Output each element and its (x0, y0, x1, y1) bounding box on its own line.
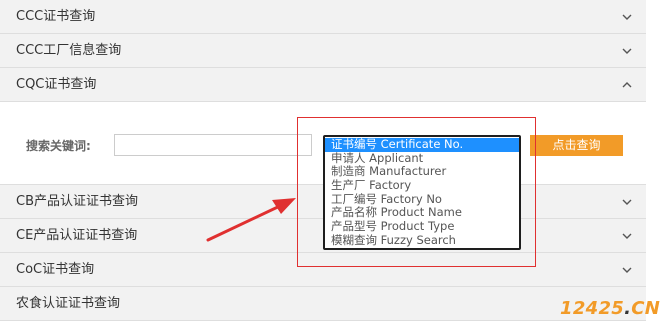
accordion-header-label: CCC证书查询 (16, 9, 96, 24)
search-type-option-factory-no[interactable]: 工厂编号 Factory No (325, 192, 519, 207)
search-keyword-input[interactable] (114, 134, 312, 156)
search-type-option-fuzzy-search[interactable]: 模糊查询 Fuzzy Search (325, 233, 519, 248)
accordion-header-label: CE产品认证证书查询 (16, 228, 138, 243)
site-watermark: 12425.CN (560, 298, 660, 319)
accordion-header-label: 农食认证证书查询 (16, 296, 121, 311)
search-type-option-certificate-no[interactable]: 证书编号 Certificate No. (325, 137, 519, 152)
chevron-down-icon (622, 233, 632, 239)
search-type-option-product-name[interactable]: 产品名称 Product Name (325, 206, 519, 220)
search-type-option-factory[interactable]: 生产厂 Factory (325, 178, 519, 193)
search-type-option-product-type[interactable]: 产品型号 Product Type (325, 219, 519, 234)
chevron-down-icon (622, 267, 632, 273)
page-right-margin (646, 0, 671, 334)
chevron-down-icon (622, 48, 632, 54)
chevron-down-icon (622, 199, 632, 205)
accordion-header-label: CB产品认证证书查询 (16, 194, 138, 209)
chevron-down-icon (622, 14, 632, 20)
chevron-up-icon (622, 82, 632, 88)
watermark-number: 12425 (560, 298, 625, 319)
search-keyword-label: 搜索关键词: (26, 139, 91, 153)
search-type-option-applicant[interactable]: 申请人 Applicant (325, 151, 519, 166)
search-type-listbox[interactable]: 证书编号 Certificate No. 申请人 Applicant 制造商 M… (323, 135, 521, 250)
accordion-header-coc-certificate[interactable]: CoC证书查询 (0, 253, 646, 287)
accordion-header-ccc-factory[interactable]: CCC工厂信息查询 (0, 34, 646, 68)
accordion-header-label: CQC证书查询 (16, 77, 97, 92)
accordion-header-agrifood-certificate[interactable]: 农食认证证书查询 (0, 287, 646, 321)
accordion-header-ccc-certificate[interactable]: CCC证书查询 (0, 0, 646, 34)
watermark-suffix: CN (631, 298, 661, 319)
accordion-header-label: CCC工厂信息查询 (16, 43, 122, 58)
accordion-header-cqc-certificate[interactable]: CQC证书查询 (0, 68, 646, 102)
accordion-header-label: CoC证书查询 (16, 262, 95, 277)
query-button[interactable]: 点击查询 (530, 135, 623, 156)
page: CCC证书查询 CCC工厂信息查询 CQC证书查询 CB产品认证证书查询 CE产… (0, 0, 671, 334)
search-type-option-manufacturer[interactable]: 制造商 Manufacturer (325, 165, 519, 179)
